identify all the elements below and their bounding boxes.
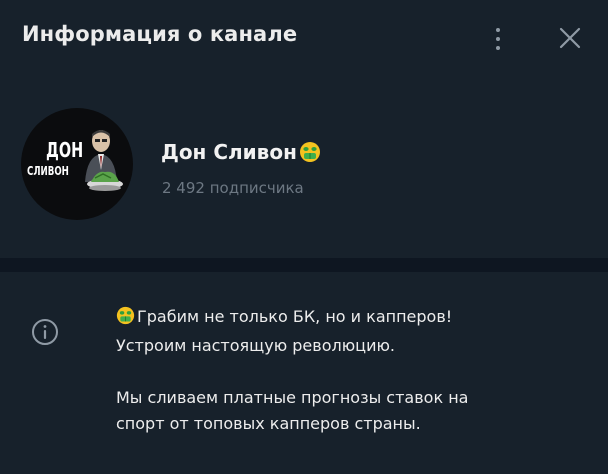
- channel-profile: ДОН СЛИВОН Дон Сливон 2 492 подписчика: [0, 78, 608, 258]
- info-icon: [32, 319, 58, 345]
- channel-description: Грабим не только БК, но и капперов! Устр…: [116, 304, 468, 437]
- panel-header: Информация о канале: [0, 0, 608, 78]
- avatar-character-illustration: [85, 130, 123, 191]
- money-mouth-face-icon: [299, 141, 321, 168]
- close-icon: [559, 27, 581, 49]
- description-line: Грабим не только БК, но и капперов!: [116, 304, 468, 333]
- avatar-logo-subtitle: СЛИВОН: [27, 164, 69, 178]
- close-button[interactable]: [555, 23, 585, 53]
- money-mouth-face-icon: [116, 306, 135, 333]
- section-divider: [0, 258, 608, 272]
- channel-description-section: Грабим не только БК, но и капперов! Устр…: [0, 272, 608, 474]
- channel-name: Дон Сливон: [161, 140, 321, 168]
- panel-title: Информация о канале: [22, 22, 298, 46]
- avatar-logo-title: ДОН: [46, 138, 84, 162]
- description-line: Устроим настоящую революцию.: [116, 336, 396, 355]
- description-text: Грабим не только БК, но и капперов!: [137, 307, 453, 326]
- description-line: Мы сливаем платные прогнозы ставок на: [116, 388, 469, 407]
- subscriber-count: 2 492 подписчика: [162, 179, 304, 197]
- channel-name-text: Дон Сливон: [161, 140, 297, 164]
- more-options-button[interactable]: [486, 24, 510, 54]
- channel-avatar[interactable]: ДОН СЛИВОН: [21, 108, 133, 220]
- description-line: спорт от топовых капперов страны.: [116, 414, 421, 433]
